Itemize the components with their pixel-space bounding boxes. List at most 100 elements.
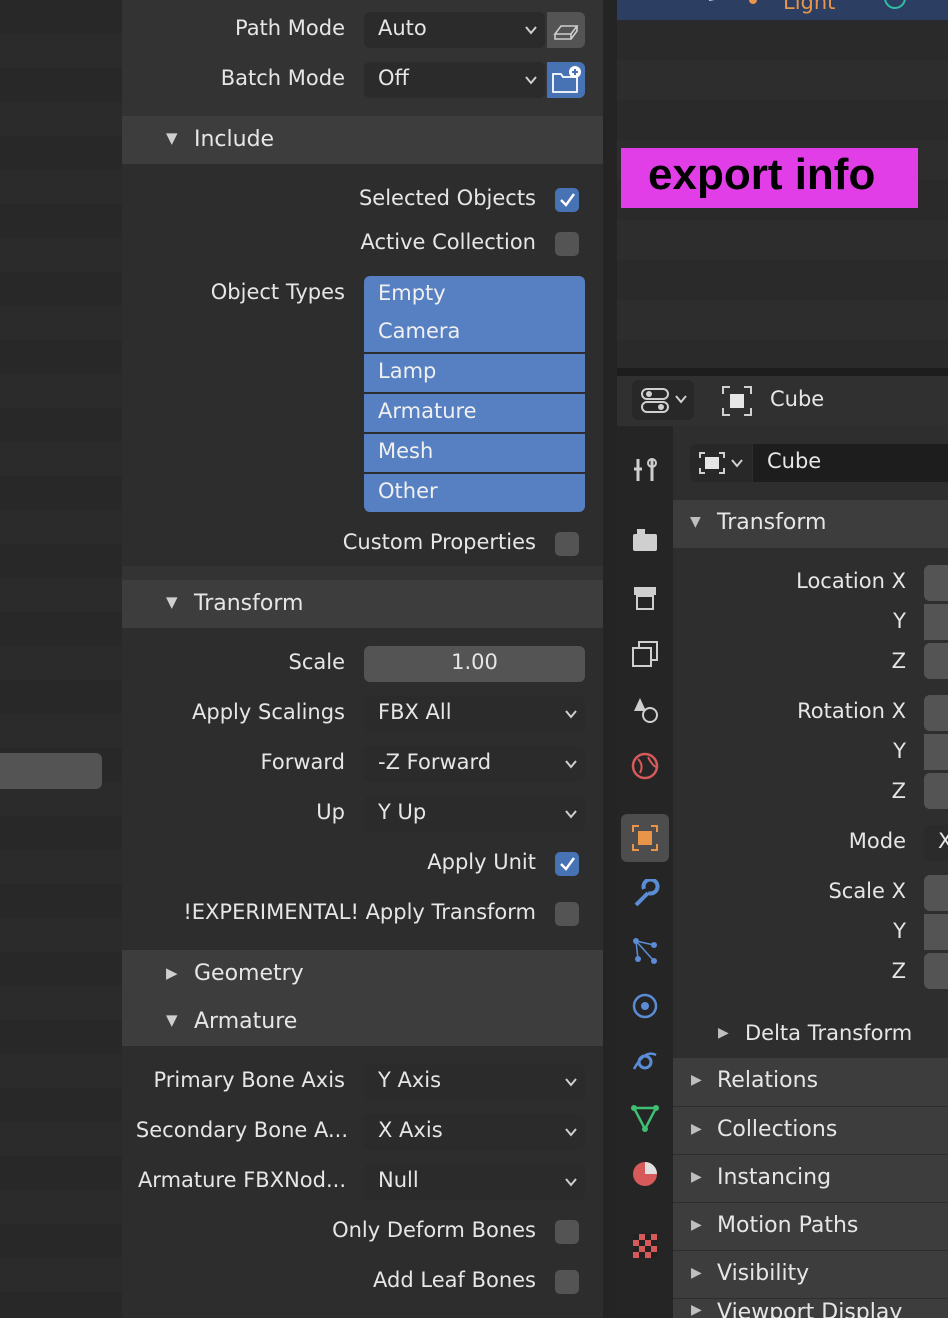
up-dropdown[interactable]: Y Up [364,796,585,832]
tab-object[interactable] [621,814,669,862]
custom-properties-checkbox[interactable] [555,532,579,556]
transform-section-header[interactable]: ▼ Transform [122,580,603,628]
relations-header[interactable]: ▶ Relations [673,1058,948,1106]
expanded-triangle-icon: ▼ [690,514,701,530]
batch-own-dir-toggle[interactable] [547,62,585,98]
object-type-lamp[interactable]: Lamp [364,354,585,392]
geometry-title: Geometry [194,961,304,986]
collections-title: Collections [717,1117,838,1142]
visibility-header[interactable]: ▶ Visibility [673,1251,948,1298]
new-folder-icon [552,66,581,93]
tab-particles[interactable] [621,926,669,974]
rotation-x-label: Rotation X [797,699,906,723]
chevron-down-icon [565,710,577,719]
scale-value: 1.00 [451,650,498,674]
collapsed-triangle-icon: ▶ [718,1025,729,1041]
object-browse-button[interactable] [690,444,752,482]
tab-constraints[interactable] [621,1038,669,1086]
tab-data[interactable] [621,1094,669,1142]
object-type-empty[interactable]: Empty [364,276,585,314]
object-transform-header[interactable]: ▼ Transform [673,500,948,548]
location-x-field[interactable] [924,565,948,601]
armature-node-type-value: Null [378,1168,419,1192]
header-object-name: Cube [770,387,825,411]
location-y-field[interactable] [924,604,948,640]
export-info-text: export info [648,150,876,199]
scale-z-label: Z [891,959,906,983]
geometry-section-header[interactable]: ▶ Geometry [122,950,603,998]
scale-z-field[interactable] [924,953,948,989]
apply-scalings-dropdown[interactable]: FBX All [364,696,585,732]
rotation-x-field[interactable] [924,695,948,731]
tab-world[interactable] [621,742,669,790]
expanded-triangle-icon: ▼ [166,1011,178,1029]
only-deform-bones-label: Only Deform Bones [332,1218,536,1242]
object-type-label: Lamp [378,359,437,383]
path-mode-label: Path Mode [234,16,345,40]
apply-transform-checkbox[interactable] [555,902,579,926]
rotation-mode-dropdown[interactable]: X [924,825,948,861]
editor-type-button[interactable] [632,380,694,420]
tab-render[interactable] [621,516,669,564]
viewport-strip[interactable]: Light [617,0,948,20]
object-type-mesh[interactable]: Mesh [364,434,585,472]
collapsed-triangle-icon: ▶ [691,1265,702,1281]
instancing-header[interactable]: ▶ Instancing [673,1155,948,1202]
tab-physics[interactable] [621,982,669,1030]
object-name-field[interactable]: Cube [753,444,948,482]
left-editor-background [0,0,122,1318]
collapsed-triangle-icon: ▶ [691,1121,702,1137]
up-label: Up [316,800,345,824]
tab-scene[interactable] [621,686,669,734]
tab-tool[interactable] [621,446,669,494]
include-title: Include [194,127,275,152]
object-type-armature[interactable]: Armature [364,394,585,432]
object-transform-title: Transform [717,510,827,535]
delta-transform-header[interactable]: ▶ Delta Transform [673,1010,948,1056]
batch-mode-dropdown[interactable]: Off [364,62,545,98]
location-y-label: Y [893,609,906,633]
panel-divider[interactable] [603,0,617,1318]
mesh-data-icon [631,1105,659,1132]
object-type-other[interactable]: Other [364,474,585,512]
batch-mode-label: Batch Mode [220,66,345,90]
output-icon [634,587,656,610]
instancing-title: Instancing [717,1165,832,1190]
active-collection-checkbox[interactable] [555,232,579,256]
checkmark-icon [560,857,575,871]
apply-unit-checkbox[interactable] [555,852,579,876]
forward-dropdown[interactable]: -Z Forward [364,746,585,782]
primary-bone-axis-dropdown[interactable]: Y Axis [364,1064,585,1100]
scale-x-field[interactable] [924,875,948,911]
scale-slider[interactable]: 1.00 [364,646,585,682]
tab-modifiers[interactable] [621,870,669,918]
collapsed-triangle-icon: ▶ [166,964,178,982]
apply-unit-label: Apply Unit [427,850,536,874]
view-layer-icon [632,641,658,667]
include-section-header[interactable]: ▼ Include [122,116,603,164]
secondary-bone-axis-dropdown[interactable]: X Axis [364,1114,585,1150]
viewport-display-header[interactable]: ▶ Viewport Display [673,1299,948,1318]
path-mode-dropdown[interactable]: Auto [364,12,545,48]
chevron-down-icon [525,76,537,85]
only-deform-bones-checkbox[interactable] [555,1220,579,1244]
left-editor-field[interactable] [0,753,102,789]
tab-view-layer[interactable] [621,630,669,678]
add-leaf-bones-checkbox[interactable] [555,1270,579,1294]
location-z-field[interactable] [924,643,948,679]
rotation-z-field[interactable] [924,773,948,809]
expanded-triangle-icon: ▼ [166,129,178,147]
scale-y-field[interactable] [924,914,948,950]
object-type-camera[interactable]: Camera [364,314,585,352]
selected-objects-checkbox[interactable] [555,188,579,212]
armature-section-header[interactable]: ▼ Armature [122,998,603,1046]
tab-output[interactable] [621,574,669,622]
tab-material[interactable] [621,1150,669,1198]
armature-node-type-dropdown[interactable]: Null [364,1164,585,1200]
motion-paths-header[interactable]: ▶ Motion Paths [673,1203,948,1250]
collections-header[interactable]: ▶ Collections [673,1107,948,1154]
embed-textures-toggle[interactable] [547,12,585,48]
collapsed-triangle-icon: ▶ [691,1072,702,1088]
tab-texture[interactable] [621,1222,669,1270]
rotation-y-field[interactable] [924,734,948,770]
